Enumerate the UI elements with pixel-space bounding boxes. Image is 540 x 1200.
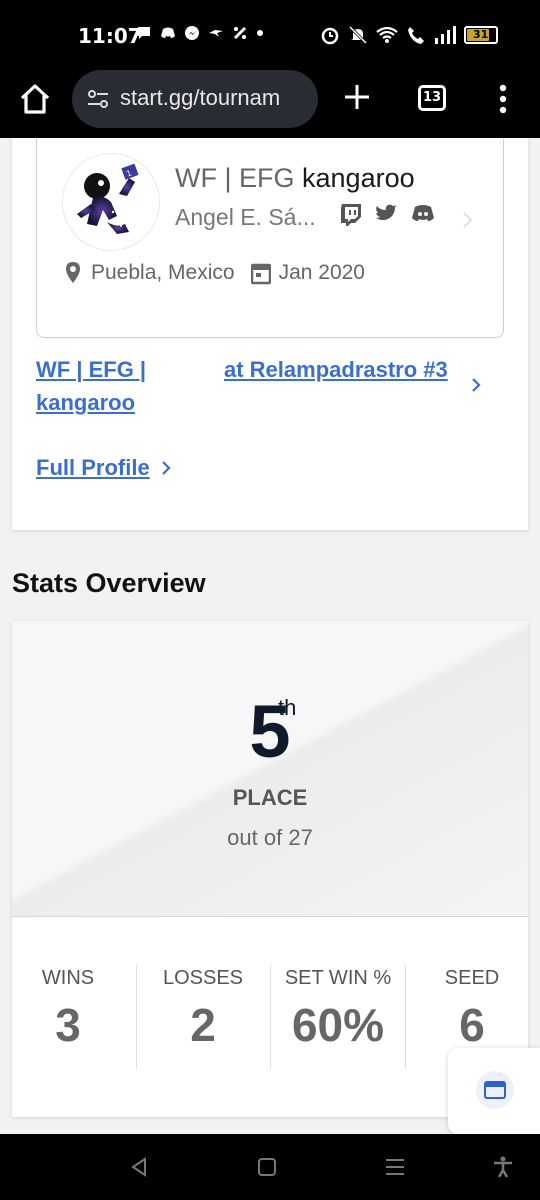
full-profile-row: Full Profile: [36, 455, 171, 481]
player-link[interactable]: WF | EFG | kangaroo: [36, 353, 156, 419]
stat-wins: WINS 3: [12, 967, 130, 1052]
system-nav-bar: [0, 1134, 540, 1200]
stat-value: 6: [459, 999, 485, 1051]
window-icon: [484, 1081, 506, 1099]
home-nav-icon[interactable]: [256, 1156, 278, 1178]
bird-icon: [208, 25, 224, 41]
stat-label: WINS: [41, 967, 95, 989]
url-text[interactable]: start.gg/tournam: [120, 85, 280, 111]
stat-losses: LOSSES 2: [141, 967, 265, 1052]
sponsor-prefix: WF | EFG: [175, 163, 295, 193]
messenger-icon: [184, 25, 200, 41]
chevron-right-icon[interactable]: [160, 459, 172, 477]
percent-icon: [232, 25, 248, 41]
twitch-icon[interactable]: [339, 202, 363, 226]
page-content: 1 WF | EFG kangaroo Angel E. Sá... Puebl…: [0, 138, 540, 1134]
browser-toolbar: start.gg/tournam 13: [0, 70, 540, 138]
wifi-icon: [376, 25, 398, 45]
new-tab-icon[interactable]: [342, 82, 372, 112]
divider: [270, 965, 271, 1069]
placement-panel: 5 th PLACE out of 27: [12, 621, 528, 917]
discord-icon[interactable]: [411, 202, 435, 226]
chevron-right-icon: [461, 210, 475, 230]
place-suffix: th: [278, 695, 297, 720]
event-link[interactable]: at Relampadrastro #3: [224, 357, 448, 382]
calendar-icon: [250, 261, 271, 285]
battery-icon: 31: [464, 26, 498, 44]
mute-icon: [348, 25, 368, 45]
divider: [405, 965, 406, 1069]
chevron-right-icon[interactable]: [470, 376, 482, 394]
site-settings-icon[interactable]: [86, 87, 110, 111]
stat-label: SET WIN %: [284, 967, 392, 989]
stat-label: LOSSES: [162, 967, 244, 989]
joined-date: Jan 2020: [278, 261, 365, 284]
profile-meta: Puebla, Mexico Jan 2020: [63, 261, 365, 285]
back-icon[interactable]: [128, 1156, 150, 1178]
location-pin-icon: [63, 261, 83, 285]
divider: [136, 965, 137, 1069]
profile-box[interactable]: 1 WF | EFG kangaroo Angel E. Sá... Puebl…: [36, 138, 504, 338]
url-bar[interactable]: start.gg/tournam: [72, 70, 318, 128]
dot-icon: [256, 25, 264, 41]
twitter-icon[interactable]: [375, 202, 399, 226]
stat-seed: SEED 6: [410, 967, 528, 1052]
more-options-icon[interactable]: [496, 84, 510, 114]
recents-icon[interactable]: [384, 1156, 406, 1178]
social-links: [339, 202, 435, 226]
home-icon[interactable]: [18, 82, 52, 116]
stat-value: 3: [55, 999, 81, 1051]
accessibility-icon[interactable]: [492, 1156, 514, 1178]
event-link-wrap: at Relampadrastro #3: [224, 353, 448, 389]
avatar: 1: [63, 154, 159, 250]
status-bar: 11:07 31: [0, 0, 540, 70]
place-out-of: out of 27: [227, 825, 313, 850]
stat-label: SEED: [444, 967, 500, 989]
call-icon: [406, 25, 426, 45]
place-number: 5: [249, 690, 291, 773]
system-icons: 31: [320, 25, 498, 45]
stat-value: 2: [190, 999, 216, 1051]
place-label: PLACE: [232, 785, 308, 810]
location-text: Puebla, Mexico: [91, 261, 235, 284]
floating-action-button[interactable]: [448, 1048, 540, 1134]
notification-icons: [136, 25, 264, 41]
player-card: 1 WF | EFG kangaroo Angel E. Sá... Puebl…: [12, 138, 528, 530]
signal-icon: [434, 26, 456, 44]
tab-switcher-button[interactable]: 13: [418, 85, 446, 111]
stat-value: 60%: [291, 999, 385, 1051]
gamer-tag-name: kangaroo: [302, 163, 415, 193]
real-name: Angel E. Sá...: [175, 204, 316, 230]
full-profile-link[interactable]: Full Profile: [36, 455, 150, 480]
status-time: 11:07: [78, 24, 142, 48]
stats-card: 5 th PLACE out of 27 WINS 3 LOSSES 2 SET…: [12, 621, 528, 1117]
chat-icon: [136, 25, 152, 41]
alarm-icon: [320, 25, 340, 45]
stat-set-win: SET WIN % 60%: [276, 967, 400, 1052]
battery-level: 31: [473, 28, 489, 41]
discord-icon: [160, 25, 176, 41]
section-title: Stats Overview: [12, 568, 206, 598]
gamer-tag: WF | EFG kangaroo: [175, 163, 415, 194]
